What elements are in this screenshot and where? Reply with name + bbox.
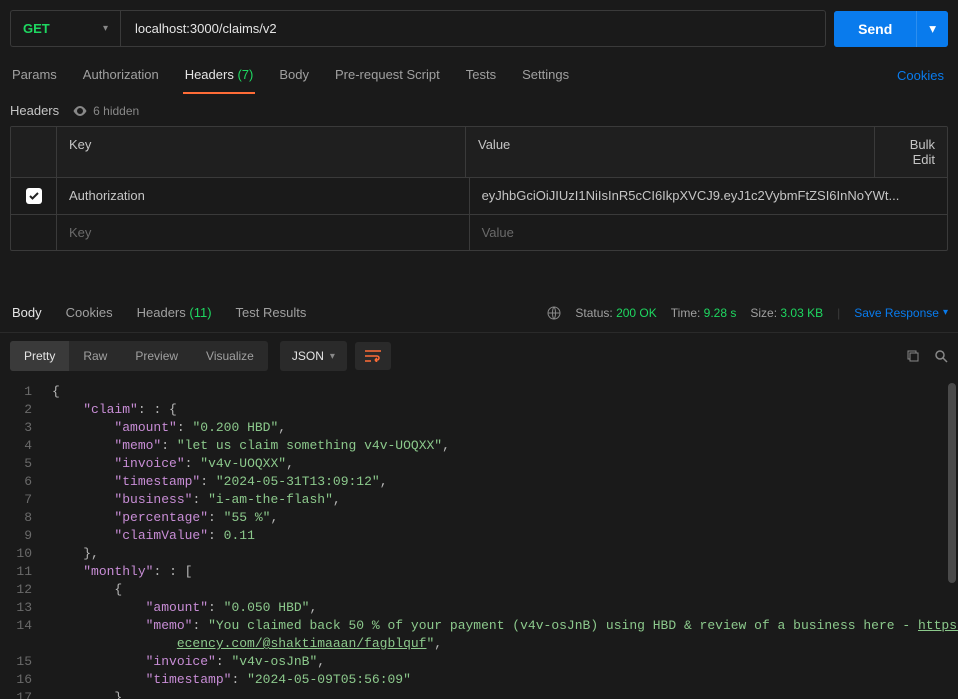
chevron-down-icon: ▾ [929, 21, 936, 36]
vtab-visualize[interactable]: Visualize [192, 341, 268, 371]
format-select[interactable]: JSON ▾ [280, 341, 347, 371]
code-toolbar-icons [906, 349, 948, 363]
chevron-down-icon: ▾ [943, 307, 948, 318]
status-group: Status: 200 OK [575, 306, 656, 320]
tab-headers-count: (7) [237, 67, 253, 82]
bulk-edit-link[interactable]: Bulk Edit [875, 127, 947, 177]
rtab-testresults[interactable]: Test Results [234, 293, 309, 332]
save-response-label: Save Response [854, 306, 939, 320]
globe-icon[interactable] [547, 306, 561, 320]
code-area[interactable]: 1234567891011121314151617 { "claim": : {… [0, 379, 958, 699]
format-label: JSON [292, 349, 324, 363]
headers-section: Headers 6 hidden Key Value Bulk Edit Aut… [0, 95, 958, 259]
header-key-col: Key [57, 127, 466, 177]
time-group: Time: 9.28 s [671, 306, 737, 320]
hidden-count-label: 6 hidden [93, 104, 139, 118]
chevron-down-icon: ▾ [330, 351, 335, 362]
view-tabs-row: Pretty Raw Preview Visualize JSON ▾ [0, 333, 958, 379]
row-key[interactable]: Authorization [57, 178, 470, 214]
tab-headers[interactable]: Headers (7) [183, 57, 256, 94]
method-label: GET [23, 21, 50, 36]
chevron-down-icon: ▾ [103, 23, 108, 34]
tab-body[interactable]: Body [277, 57, 311, 94]
wrap-lines-button[interactable] [355, 342, 391, 370]
code-gutter: 1234567891011121314151617 [0, 379, 42, 699]
tab-headers-label: Headers [185, 67, 234, 82]
copy-icon[interactable] [906, 349, 920, 363]
response-tabs: Body Cookies Headers (11) Test Results [10, 293, 308, 332]
tab-params[interactable]: Params [10, 57, 59, 94]
response-meta: Status: 200 OK Time: 9.28 s Size: 3.03 K… [547, 306, 948, 320]
header-check-col [11, 127, 57, 177]
eye-icon [73, 106, 87, 116]
tab-prerequest[interactable]: Pre-request Script [333, 57, 442, 94]
size-label: Size: [750, 306, 777, 320]
request-tabs: Params Authorization Headers (7) Body Pr… [10, 57, 571, 94]
send-button-group: Send ▾ [834, 11, 948, 47]
size-group: Size: 3.03 KB [750, 306, 823, 320]
send-button[interactable]: Send [834, 11, 916, 47]
vtab-preview[interactable]: Preview [121, 341, 192, 371]
size-value: 3.03 KB [780, 306, 823, 320]
vtab-raw[interactable]: Raw [69, 341, 121, 371]
header-value-col: Value [466, 127, 875, 177]
hidden-headers-toggle[interactable]: 6 hidden [73, 104, 139, 118]
status-label: Status: [575, 306, 612, 320]
wrap-icon [365, 350, 381, 362]
rtab-cookies[interactable]: Cookies [64, 293, 115, 332]
code-content[interactable]: { "claim": : { "amount": "0.200 HBD", "m… [42, 379, 958, 699]
rtab-headers[interactable]: Headers (11) [135, 293, 214, 332]
status-value: 200 OK [616, 306, 657, 320]
tab-authorization[interactable]: Authorization [81, 57, 161, 94]
row-value[interactable]: eyJhbGciOiJIUzI1NiIsInR5cCI6IkpXVCJ9.eyJ… [470, 178, 947, 214]
cookies-link[interactable]: Cookies [893, 58, 948, 93]
rtab-headers-label: Headers [137, 305, 186, 320]
response-tabs-row: Body Cookies Headers (11) Test Results S… [0, 293, 958, 333]
tab-tests[interactable]: Tests [464, 57, 498, 94]
headers-title: Headers [10, 103, 59, 118]
table-row: Authorization eyJhbGciOiJIUzI1NiIsInR5cC… [11, 178, 947, 215]
vtab-pretty[interactable]: Pretty [10, 341, 69, 371]
request-tabs-row: Params Authorization Headers (7) Body Pr… [0, 57, 958, 95]
time-label: Time: [671, 306, 701, 320]
headers-title-row: Headers 6 hidden [10, 103, 948, 118]
row-checkbox-cell-empty[interactable] [11, 215, 57, 250]
time-value: 9.28 s [704, 306, 737, 320]
checkbox-icon [26, 188, 42, 204]
row-key-placeholder[interactable]: Key [57, 215, 470, 250]
save-response-button[interactable]: Save Response ▾ [854, 306, 948, 320]
search-icon[interactable] [934, 349, 948, 363]
headers-table: Key Value Bulk Edit Authorization eyJhbG… [10, 126, 948, 251]
scrollbar-thumb[interactable] [948, 383, 956, 583]
rtab-body[interactable]: Body [10, 293, 44, 332]
send-options-button[interactable]: ▾ [916, 11, 948, 47]
table-row-empty: Key Value [11, 215, 947, 250]
view-tabs: Pretty Raw Preview Visualize [10, 341, 268, 371]
divider [0, 259, 958, 293]
row-checkbox-cell[interactable] [11, 178, 57, 214]
rtab-headers-count: (11) [189, 305, 211, 320]
tab-settings[interactable]: Settings [520, 57, 571, 94]
method-select[interactable]: GET ▾ [10, 10, 120, 47]
row-value-placeholder[interactable]: Value [470, 215, 947, 250]
url-input[interactable] [120, 10, 826, 47]
request-bar: GET ▾ Send ▾ [0, 0, 958, 57]
headers-table-header: Key Value Bulk Edit [11, 127, 947, 178]
